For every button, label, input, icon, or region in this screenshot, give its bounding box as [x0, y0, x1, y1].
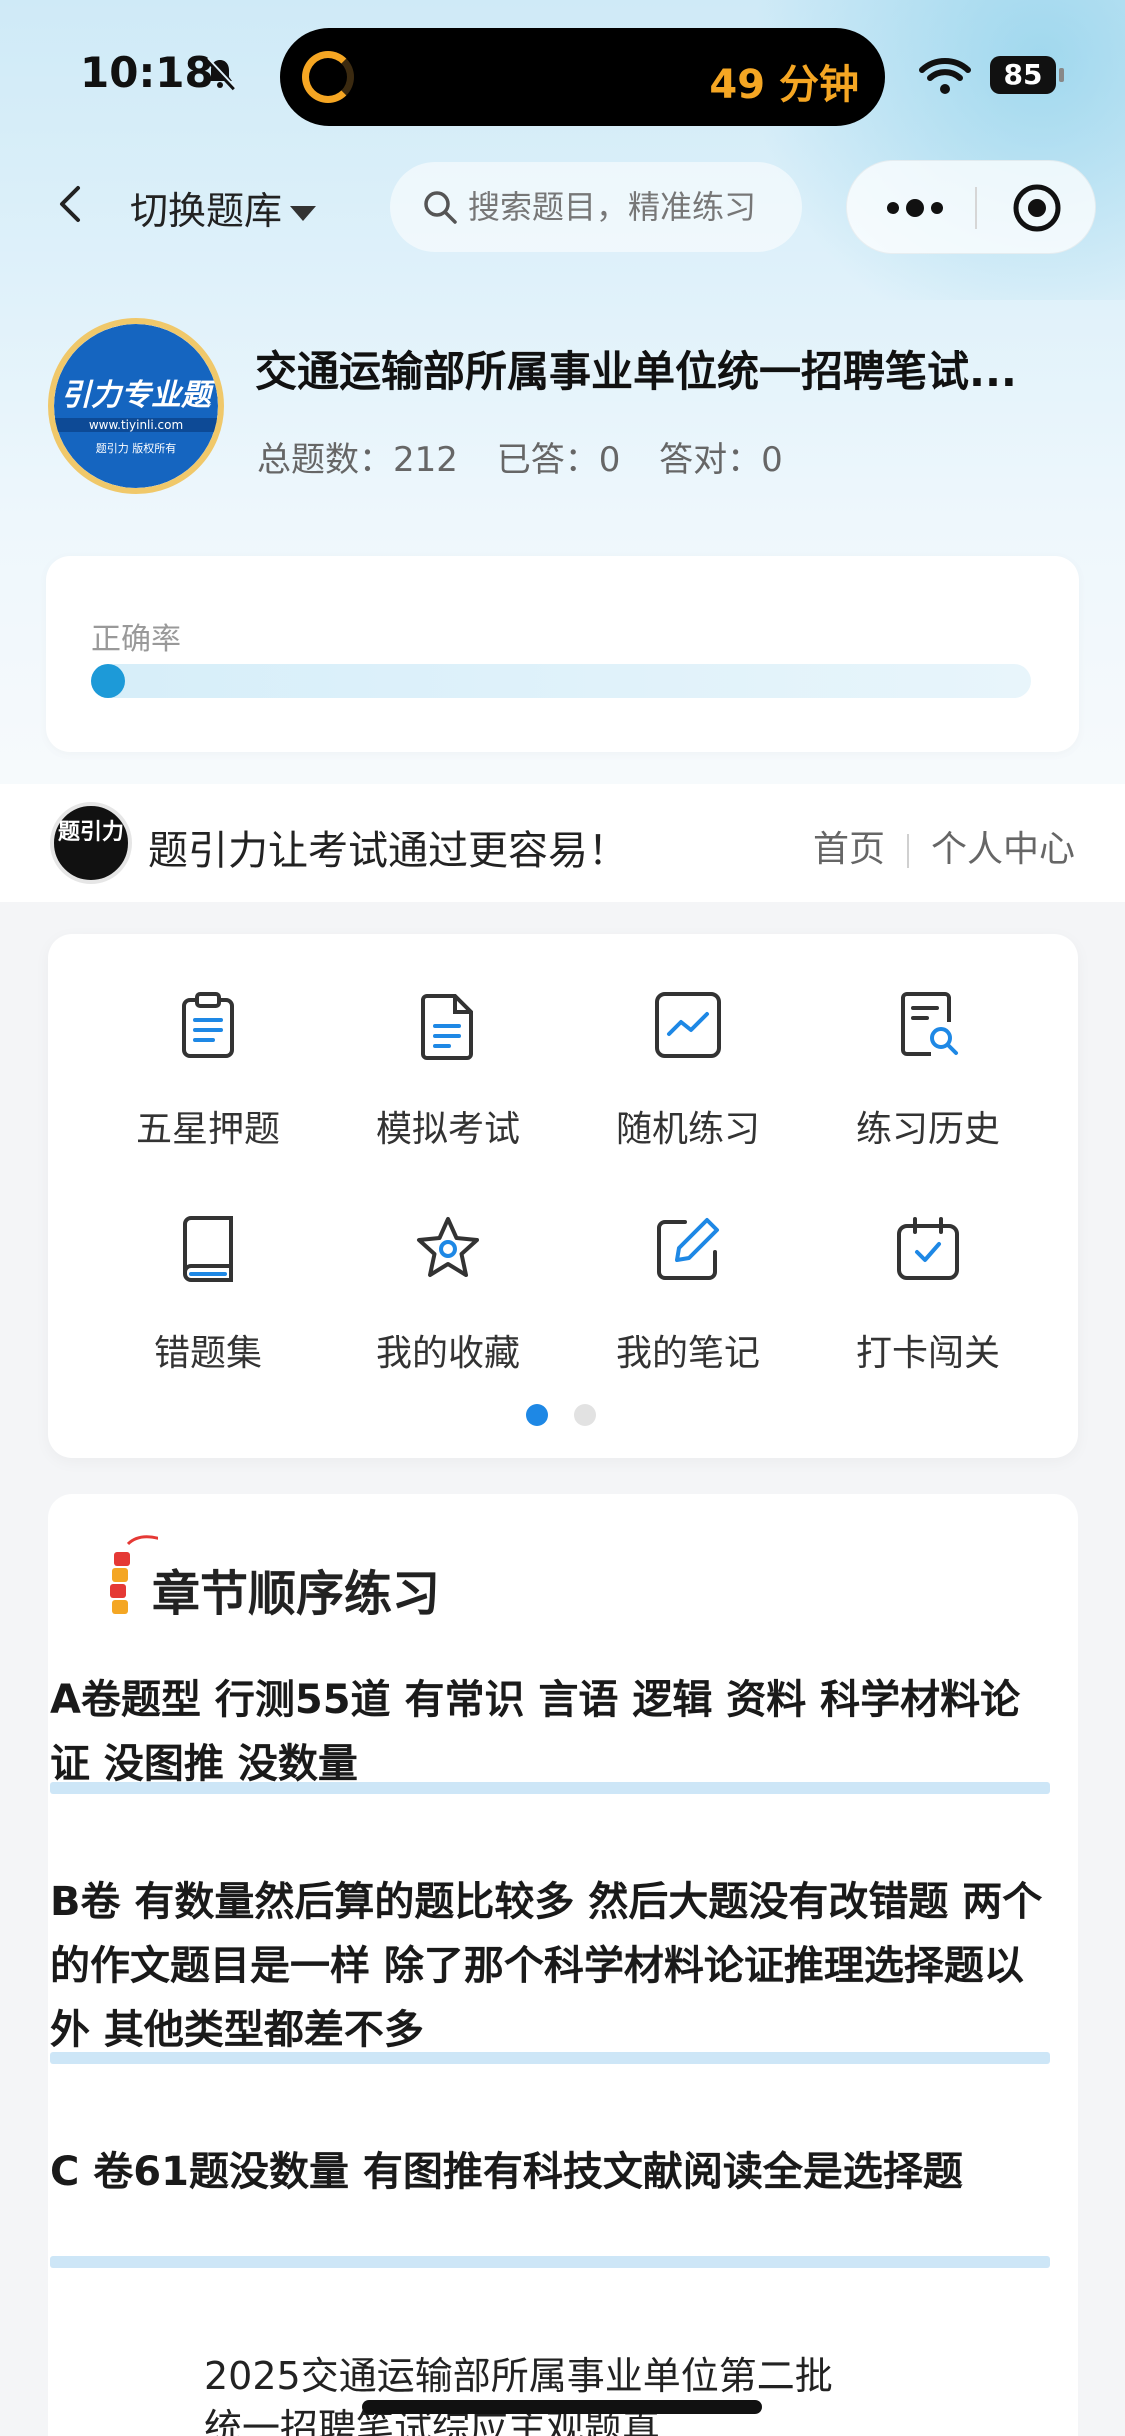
- promo-bar: 题引力 题引力让考试通过更容易！ 首页 个人中心: [0, 784, 1125, 902]
- more-icon[interactable]: [885, 197, 945, 219]
- feature-label: 模拟考试: [375, 1109, 520, 1150]
- promo-logo: 题引力: [50, 802, 132, 884]
- feature-label: 我的收藏: [375, 1333, 520, 1374]
- feature-label: 打卡闯关: [855, 1333, 1000, 1374]
- chapter-item-text: B卷 有数量然后算的题比较多 然后大题没有改错题 两个的作文题目是一样 除了那个…: [50, 1879, 1043, 2053]
- switch-bank-button[interactable]: 切换题库: [130, 180, 317, 235]
- feature-mock-exam[interactable]: 模拟考试: [328, 934, 568, 1150]
- chapter-item[interactable]: B卷 有数量然后算的题比较多 然后大题没有改错题 两个的作文题目是一样 除了那个…: [50, 1870, 1060, 2064]
- accuracy-progress-bar: [91, 664, 1031, 698]
- page-dot-active[interactable]: [526, 1404, 548, 1426]
- miniprogram-capsule: [846, 160, 1096, 254]
- feature-label: 我的笔记: [615, 1333, 760, 1374]
- chart-line-icon: [655, 992, 721, 1058]
- feature-label: 随机练习: [615, 1109, 760, 1150]
- feature-label: 五星押题: [135, 1109, 280, 1150]
- bank-logo: 引力专业题 www.tiyinli.com 题引力 版权所有: [48, 318, 224, 494]
- star-icon: [417, 1217, 479, 1277]
- capsule-divider: [975, 187, 977, 229]
- promo-slogan: 题引力让考试通过更容易！: [148, 828, 628, 874]
- bank-logo-text: 引力专业题: [61, 378, 211, 413]
- status-bar: 10:18 49 分钟 85: [0, 0, 1125, 150]
- book-icon: [183, 1216, 233, 1282]
- firecracker-icon: [110, 1535, 158, 1614]
- feature-label: 练习历史: [855, 1109, 1000, 1150]
- chapter-item-underline: [50, 2052, 1050, 2064]
- chapter-title: 章节顺序练习: [152, 1566, 441, 1622]
- home-indicator: [362, 2400, 762, 2414]
- feature-grid: 五星押题 模拟考试 随机练习 练习历史 错题集 我的收藏 我的笔记 打卡闯关: [48, 934, 1078, 1458]
- stat-correct: 答对：0: [659, 440, 783, 480]
- feature-five-star[interactable]: 五星押题: [88, 934, 328, 1150]
- link-separator: [906, 834, 909, 868]
- accuracy-card: 正确率: [46, 556, 1079, 752]
- search-input[interactable]: [468, 184, 788, 230]
- page-dot[interactable]: [574, 1404, 596, 1426]
- bank-logo-copyright: 题引力 版权所有: [95, 442, 177, 455]
- chapter-item-text: A卷题型 行测55道 有常识 言语 逻辑 资料 科学材料论证 没图推 没数量: [50, 1677, 1021, 1787]
- clipboard-icon: [182, 992, 234, 1058]
- bank-title: 交通运输部所属事业单位统一招聘笔试...: [255, 347, 1017, 396]
- dynamic-island: 49 分钟: [280, 28, 885, 126]
- wifi-icon: [919, 58, 971, 94]
- chapter-item[interactable]: C 卷61题没数量 有图推有科技文献阅读全是选择题: [50, 2140, 1060, 2268]
- accuracy-progress-knob: [91, 664, 125, 698]
- chapter-item[interactable]: A卷题型 行测55道 有常识 言语 逻辑 资料 科学材料论证 没图推 没数量: [50, 1668, 1060, 1796]
- caret-down-icon: [290, 206, 317, 221]
- calendar-check-icon: [897, 1217, 959, 1280]
- switch-bank-label: 切换题库: [130, 189, 283, 233]
- feature-check-in[interactable]: 打卡闯关: [808, 1158, 1048, 1374]
- profile-link[interactable]: 个人中心: [931, 829, 1075, 870]
- bell-muted-icon: [204, 57, 237, 91]
- home-link[interactable]: 首页: [813, 829, 885, 870]
- document-icon: [421, 994, 473, 1060]
- search-bar[interactable]: [390, 162, 802, 252]
- feature-label: 错题集: [153, 1333, 262, 1374]
- edit-icon: [657, 1218, 719, 1280]
- nav-bar: 切换题库: [0, 150, 1125, 260]
- timer-icon: [302, 51, 354, 103]
- chapter-item-underline: [50, 2256, 1050, 2268]
- chapter-item-underline: [50, 1782, 1050, 1794]
- bank-logo-url: www.tiyinli.com: [54, 418, 218, 432]
- page-indicator: [526, 1404, 622, 1430]
- status-time: 10:18: [80, 48, 214, 97]
- document-search-icon: [901, 992, 958, 1056]
- promo-links: 首页 个人中心: [813, 820, 1075, 872]
- stat-total: 总题数：212: [257, 440, 458, 480]
- chapter-item-text: C 卷61题没数量 有图推有科技文献阅读全是选择题: [50, 2149, 963, 2195]
- feature-wrong-questions[interactable]: 错题集: [88, 1158, 328, 1374]
- bank-stats: 总题数：212 已答：0 答对：0: [257, 432, 811, 481]
- chapter-sub-item[interactable]: 2025交通运输部所属事业单位第二批统一招聘笔试综应主观题真: [204, 2350, 844, 2436]
- back-arrow-icon[interactable]: [50, 184, 90, 224]
- feature-notes[interactable]: 我的笔记: [568, 1158, 808, 1374]
- island-timer-text: 49 分钟: [709, 62, 859, 108]
- search-icon: [424, 191, 457, 224]
- stat-answered: 已答：0: [496, 440, 621, 480]
- close-miniprogram-icon[interactable]: [1012, 183, 1062, 233]
- accuracy-label: 正确率: [91, 622, 181, 657]
- feature-practice-history[interactable]: 练习历史: [808, 934, 1048, 1150]
- feature-random-practice[interactable]: 随机练习: [568, 934, 808, 1150]
- feature-favorites[interactable]: 我的收藏: [328, 1158, 568, 1374]
- battery-indicator: 85: [990, 56, 1064, 94]
